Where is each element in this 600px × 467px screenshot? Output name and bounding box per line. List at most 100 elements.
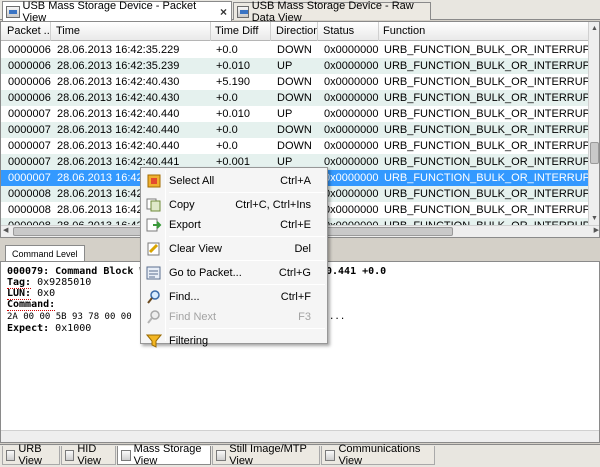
tab-still-image-mtp-view[interactable]: Still Image/MTP View: [212, 443, 320, 467]
tab-label: HID View: [77, 443, 102, 467]
cell-packet: 00000084: [8, 204, 51, 216]
cell-time-diff: +0.010: [216, 60, 250, 72]
cell-status: 0x00000000: [324, 92, 379, 104]
detail-bytes-line: 2A 00 00 5B 93 78 00 00 ...: [7, 312, 345, 322]
clear-view-icon: [146, 242, 162, 256]
column-header-direction[interactable]: Direction: [270, 22, 318, 41]
hid-view-icon: [65, 449, 75, 461]
tab-communications-view[interactable]: Communications View: [321, 443, 435, 467]
table-row[interactable]: 00000072 28.06.2013 16:42:40.440 +0.010 UP 0…: [1, 106, 591, 122]
column-header-time-diff[interactable]: Time Diff: [209, 22, 271, 41]
column-header-time[interactable]: Time: [50, 22, 211, 41]
table-row[interactable]: 00000075 28.06.2013 16:42:40.440 +0.0 DOWN 0…: [1, 138, 591, 154]
cell-function: URB_FUNCTION_BULK_OR_INTERRUPT_TRANSFER: [384, 60, 591, 72]
menu-item-find-next: Find Next F3: [143, 307, 325, 327]
cell-time: 28.06.2013 16:42:40.440: [57, 140, 180, 152]
close-icon[interactable]: ×: [220, 5, 227, 19]
menu-item-label: Copy: [169, 199, 195, 211]
document-tab-strip: USB Mass Storage Device - Packet View × …: [0, 0, 600, 24]
cell-packet: 00000081: [8, 188, 51, 200]
scroll-up-icon[interactable]: ▲: [591, 25, 598, 32]
cell-function: URB_FUNCTION_BULK_OR_INTERRUPT_TRANSFER: [384, 188, 591, 200]
cell-direction: UP: [277, 60, 293, 72]
menu-item-label: Find...: [169, 291, 200, 303]
menu-item-copy[interactable]: Copy Ctrl+C, Ctrl+Ins: [143, 195, 325, 215]
expect-label: Expect:: [7, 323, 50, 334]
tab-label: Still Image/MTP View: [229, 443, 307, 467]
find-next-icon: [146, 310, 162, 324]
cell-direction: DOWN: [277, 140, 312, 152]
cell-packet: 00000075: [8, 140, 51, 152]
detail-expect-line: Expect: 0x1000: [7, 323, 91, 334]
vertical-scrollbar[interactable]: ▲ ▼: [588, 22, 599, 225]
column-header-packet[interactable]: Packet ...: [1, 22, 51, 41]
tag-value: 0x9285010: [31, 277, 92, 288]
table-row[interactable]: 00000069 28.06.2013 16:42:40.430 +0.0 DOWN 0…: [1, 90, 591, 106]
cell-function: URB_FUNCTION_BULK_OR_INTERRUPT_TRANSFER: [384, 44, 591, 56]
menu-item-shortcut: F3: [298, 311, 311, 323]
command-bytes-more: ...: [329, 312, 346, 322]
table-row[interactable]: 00000066 28.06.2013 16:42:35.239 +0.010 UP 0…: [1, 58, 591, 74]
detail-tag-line: Tag: 0x9285010: [7, 277, 92, 289]
menu-item-find[interactable]: Find... Ctrl+F: [143, 287, 325, 307]
cell-time: 28.06.2013 16:42:40.440: [57, 124, 180, 136]
menu-item-go-to-packet[interactable]: Go to Packet... Ctrl+G: [143, 263, 325, 283]
find-icon: [146, 290, 162, 304]
cell-function: URB_FUNCTION_BULK_OR_INTERRUPT_TRANSFER: [384, 172, 591, 184]
menu-item-export[interactable]: Export Ctrl+E: [143, 215, 325, 235]
menu-item-clear-view[interactable]: Clear View Del: [143, 239, 325, 259]
menu-item-shortcut: Ctrl+G: [278, 267, 311, 279]
tab-urb-view[interactable]: URB View: [2, 443, 60, 467]
tab-hid-view[interactable]: HID View: [61, 443, 116, 467]
detail-horizontal-scrollbar[interactable]: [1, 430, 599, 442]
menu-separator: [169, 328, 325, 329]
tab-label: Communications View: [338, 443, 421, 467]
cell-direction: DOWN: [277, 76, 312, 88]
cell-packet: 00000069: [8, 92, 51, 104]
cell-direction: UP: [277, 108, 293, 120]
tab-label: Mass Storage View: [133, 443, 202, 467]
filter-icon: [145, 334, 163, 348]
cell-time: 28.06.2013 16:42:40.430: [57, 92, 180, 104]
cell-function: URB_FUNCTION_BULK_OR_INTERRUPT_TRANSFER: [384, 156, 591, 168]
table-row[interactable]: 00000067 28.06.2013 16:42:40.430 +5.190 DOW…: [1, 74, 591, 90]
tab-command-level[interactable]: Command Level: [5, 245, 85, 262]
cell-packet: 00000073: [8, 124, 51, 136]
table-row[interactable]: 00000063 28.06.2013 16:42:35.229 +0.0 DOWN 0…: [1, 42, 591, 58]
menu-item-filtering[interactable]: Filtering: [143, 331, 325, 351]
scroll-thumb[interactable]: [590, 142, 599, 164]
column-header-status[interactable]: Status: [317, 22, 379, 41]
cell-function: URB_FUNCTION_BULK_OR_INTERRUPT_TRANSFER: [384, 76, 591, 88]
scroll-left-icon[interactable]: ◀: [3, 226, 8, 234]
cell-time: 28.06.2013 16:42:40.440: [57, 108, 180, 120]
scroll-right-icon[interactable]: ▶: [594, 226, 599, 234]
goto-packet-icon: [146, 266, 162, 280]
tab-label: USB Mass Storage Device - Raw Data View: [251, 0, 414, 24]
expect-value: 0x1000: [49, 323, 92, 334]
tab-mass-storage-view[interactable]: Mass Storage View: [117, 443, 211, 467]
scroll-down-icon[interactable]: ▼: [591, 215, 598, 222]
cell-time: 28.06.2013 16:42:35.229: [57, 44, 180, 56]
column-header-function[interactable]: Function: [377, 22, 591, 41]
cell-time-diff: +0.0: [216, 92, 238, 104]
copy-icon: [146, 198, 162, 212]
cell-packet: 00000063: [8, 44, 51, 56]
cell-time-diff: +0.0: [216, 44, 238, 56]
detail-lun-line: LUN: 0x0: [7, 288, 55, 300]
tab-packet-view[interactable]: USB Mass Storage Device - Packet View ×: [2, 0, 232, 24]
cell-status: 0x00000000: [324, 124, 379, 136]
cell-status: 0x00000000: [324, 140, 379, 152]
context-menu: Select All Ctrl+A Copy Ctrl+C, Ctrl+Ins Expo…: [140, 167, 328, 348]
cell-status: 0x00000000: [324, 44, 379, 56]
cell-function: URB_FUNCTION_BULK_OR_INTERRUPT_TRANSFER: [384, 124, 591, 136]
menu-separator: [169, 284, 325, 285]
menu-item-label: Clear View: [169, 243, 222, 255]
cell-packet: 00000066: [8, 60, 51, 72]
cell-function: URB_FUNCTION_BULK_OR_INTERRUPT_TRANSFER: [384, 108, 591, 120]
cell-packet: 00000079: [8, 172, 51, 184]
menu-item-select-all[interactable]: Select All Ctrl+A: [143, 171, 325, 191]
cell-time-diff: +0.010: [216, 108, 250, 120]
tab-raw-data-view[interactable]: USB Mass Storage Device - Raw Data View: [233, 0, 431, 24]
table-row[interactable]: 00000073 28.06.2013 16:42:40.440 +0.0 DOWN 0…: [1, 122, 591, 138]
cell-time: 28.06.2013 16:42:35.239: [57, 60, 180, 72]
